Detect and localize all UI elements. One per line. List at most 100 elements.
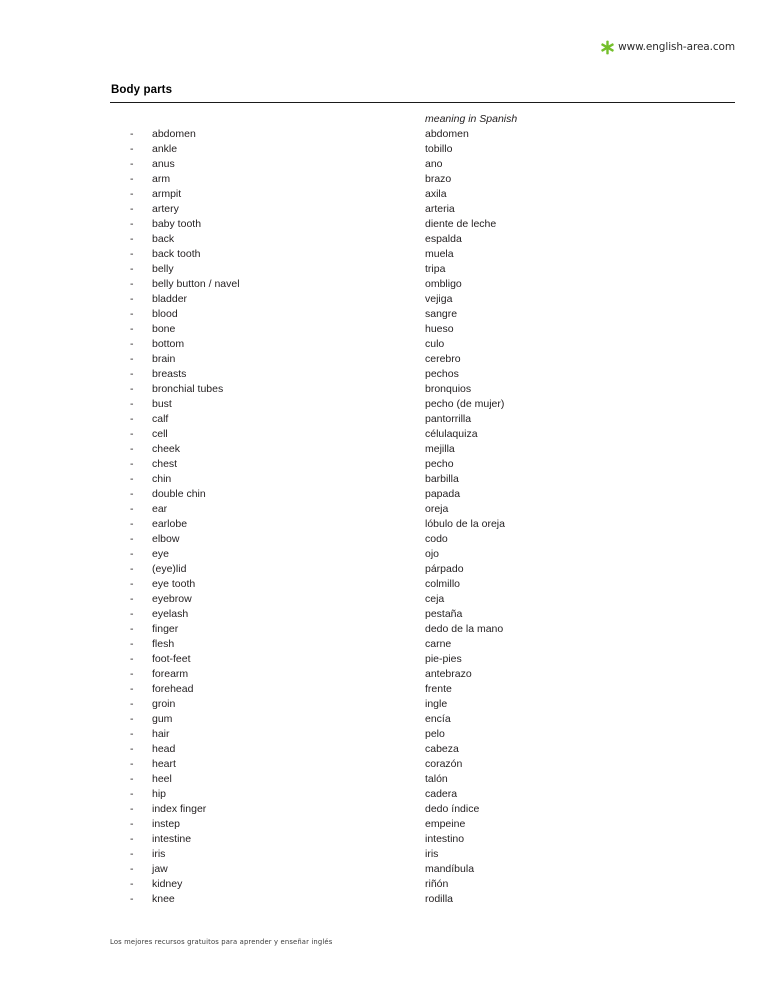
english-term: bladder xyxy=(152,293,188,305)
english-term: chin xyxy=(152,473,172,485)
spanish-term: dedo índice xyxy=(425,803,480,815)
spanish-term: dedo de la mano xyxy=(425,623,504,635)
english-term: blood xyxy=(152,308,178,320)
bullet-dash: - xyxy=(130,668,134,680)
spanish-term: muela xyxy=(425,248,454,260)
english-term: eye xyxy=(152,548,169,560)
vocabulary-row: - baby tooth diente de leche xyxy=(0,218,768,233)
vocabulary-row: - elbow codo xyxy=(0,533,768,548)
english-term: forehead xyxy=(152,683,194,695)
bullet-dash: - xyxy=(130,728,134,740)
vocabulary-row: - hip cadera xyxy=(0,788,768,803)
spanish-term: hueso xyxy=(425,323,454,335)
spanish-term: lóbulo de la oreja xyxy=(425,518,505,530)
english-term: hip xyxy=(152,788,167,800)
spanish-term: vejiga xyxy=(425,293,453,305)
vocabulary-row: - abdomen abdomen xyxy=(0,128,768,143)
spanish-term: riñón xyxy=(425,878,449,890)
vocabulary-row: - flesh carne xyxy=(0,638,768,653)
bullet-dash: - xyxy=(130,653,134,665)
site-logo[interactable]: www.english-area.com xyxy=(600,40,735,55)
bullet-dash: - xyxy=(130,233,134,245)
english-term: abdomen xyxy=(152,128,196,140)
english-term: head xyxy=(152,743,176,755)
vocabulary-row: - bottom culo xyxy=(0,338,768,353)
english-term: elbow xyxy=(152,533,180,545)
bullet-dash: - xyxy=(130,848,134,860)
site-url-text: www.english-area.com xyxy=(618,41,735,54)
english-term: forearm xyxy=(152,668,189,680)
spanish-term: pestaña xyxy=(425,608,463,620)
vocabulary-row: - bladder vejiga xyxy=(0,293,768,308)
english-term: belly button / navel xyxy=(152,278,240,290)
english-term: artery xyxy=(152,203,179,215)
vocabulary-row: - blood sangre xyxy=(0,308,768,323)
english-term: bust xyxy=(152,398,172,410)
spanish-term: colmillo xyxy=(425,578,461,590)
spanish-term: tobillo xyxy=(425,143,453,155)
spanish-term: diente de leche xyxy=(425,218,497,230)
column-header-row: meaning in Spanish xyxy=(0,113,768,128)
english-term: back tooth xyxy=(152,248,201,260)
spanish-term: bronquios xyxy=(425,383,472,395)
spanish-term: empeine xyxy=(425,818,466,830)
spanish-term: papada xyxy=(425,488,461,500)
english-term: hair xyxy=(152,728,170,740)
vocabulary-row: - forearm antebrazo xyxy=(0,668,768,683)
bullet-dash: - xyxy=(130,218,134,230)
spanish-term: pechos xyxy=(425,368,459,380)
vocabulary-row: - brain cerebro xyxy=(0,353,768,368)
english-term: brain xyxy=(152,353,176,365)
vocabulary-row: - bust pecho (de mujer) xyxy=(0,398,768,413)
bullet-dash: - xyxy=(130,818,134,830)
bullet-dash: - xyxy=(130,563,134,575)
vocabulary-row: - ear oreja xyxy=(0,503,768,518)
document-page: { "header": { "logo_icon": "green-asteri… xyxy=(0,0,768,994)
vocabulary-rows: - abdomen abdomen - ankle tobillo - anus ano - arm… xyxy=(0,128,768,908)
spanish-term: pecho xyxy=(425,458,454,470)
vocabulary-row: - knee rodilla xyxy=(0,893,768,908)
bullet-dash: - xyxy=(130,173,134,185)
vocabulary-row: - index finger dedo índice xyxy=(0,803,768,818)
bullet-dash: - xyxy=(130,638,134,650)
bullet-dash: - xyxy=(130,443,134,455)
vocabulary-row: - belly tripa xyxy=(0,263,768,278)
english-term: earlobe xyxy=(152,518,188,530)
english-term: jaw xyxy=(152,863,168,875)
english-term: anus xyxy=(152,158,175,170)
english-term: heel xyxy=(152,773,172,785)
bullet-dash: - xyxy=(130,398,134,410)
bullet-dash: - xyxy=(130,578,134,590)
bullet-dash: - xyxy=(130,773,134,785)
english-term: gum xyxy=(152,713,173,725)
spanish-term: talón xyxy=(425,773,448,785)
vocabulary-row: - finger dedo de la mano xyxy=(0,623,768,638)
spanish-term: barbilla xyxy=(425,473,459,485)
spanish-term: arteria xyxy=(425,203,455,215)
bullet-dash: - xyxy=(130,128,134,140)
vocabulary-row: - earlobe lóbulo de la oreja xyxy=(0,518,768,533)
bullet-dash: - xyxy=(130,473,134,485)
spanish-term: ojo xyxy=(425,548,440,560)
spanish-term: oreja xyxy=(425,503,449,515)
spanish-term: cadera xyxy=(425,788,458,800)
vocabulary-row: - back tooth muela xyxy=(0,248,768,263)
vocabulary-row: - eyelash pestaña xyxy=(0,608,768,623)
english-term: ankle xyxy=(152,143,178,155)
bullet-dash: - xyxy=(130,293,134,305)
bullet-dash: - xyxy=(130,683,134,695)
spanish-term: corazón xyxy=(425,758,463,770)
vocabulary-row: - double chin papada xyxy=(0,488,768,503)
vocabulary-row: - gum encía xyxy=(0,713,768,728)
english-term: eye tooth xyxy=(152,578,196,590)
spanish-term: mejilla xyxy=(425,443,455,455)
vocabulary-row: - ankle tobillo xyxy=(0,143,768,158)
bullet-dash: - xyxy=(130,413,134,425)
spanish-term: cabeza xyxy=(425,743,459,755)
vocabulary-row: - heel talón xyxy=(0,773,768,788)
spanish-term: pecho (de mujer) xyxy=(425,398,505,410)
vocabulary-row: - back espalda xyxy=(0,233,768,248)
bullet-dash: - xyxy=(130,188,134,200)
vocabulary-row: - chest pecho xyxy=(0,458,768,473)
vocabulary-row: - breasts pechos xyxy=(0,368,768,383)
